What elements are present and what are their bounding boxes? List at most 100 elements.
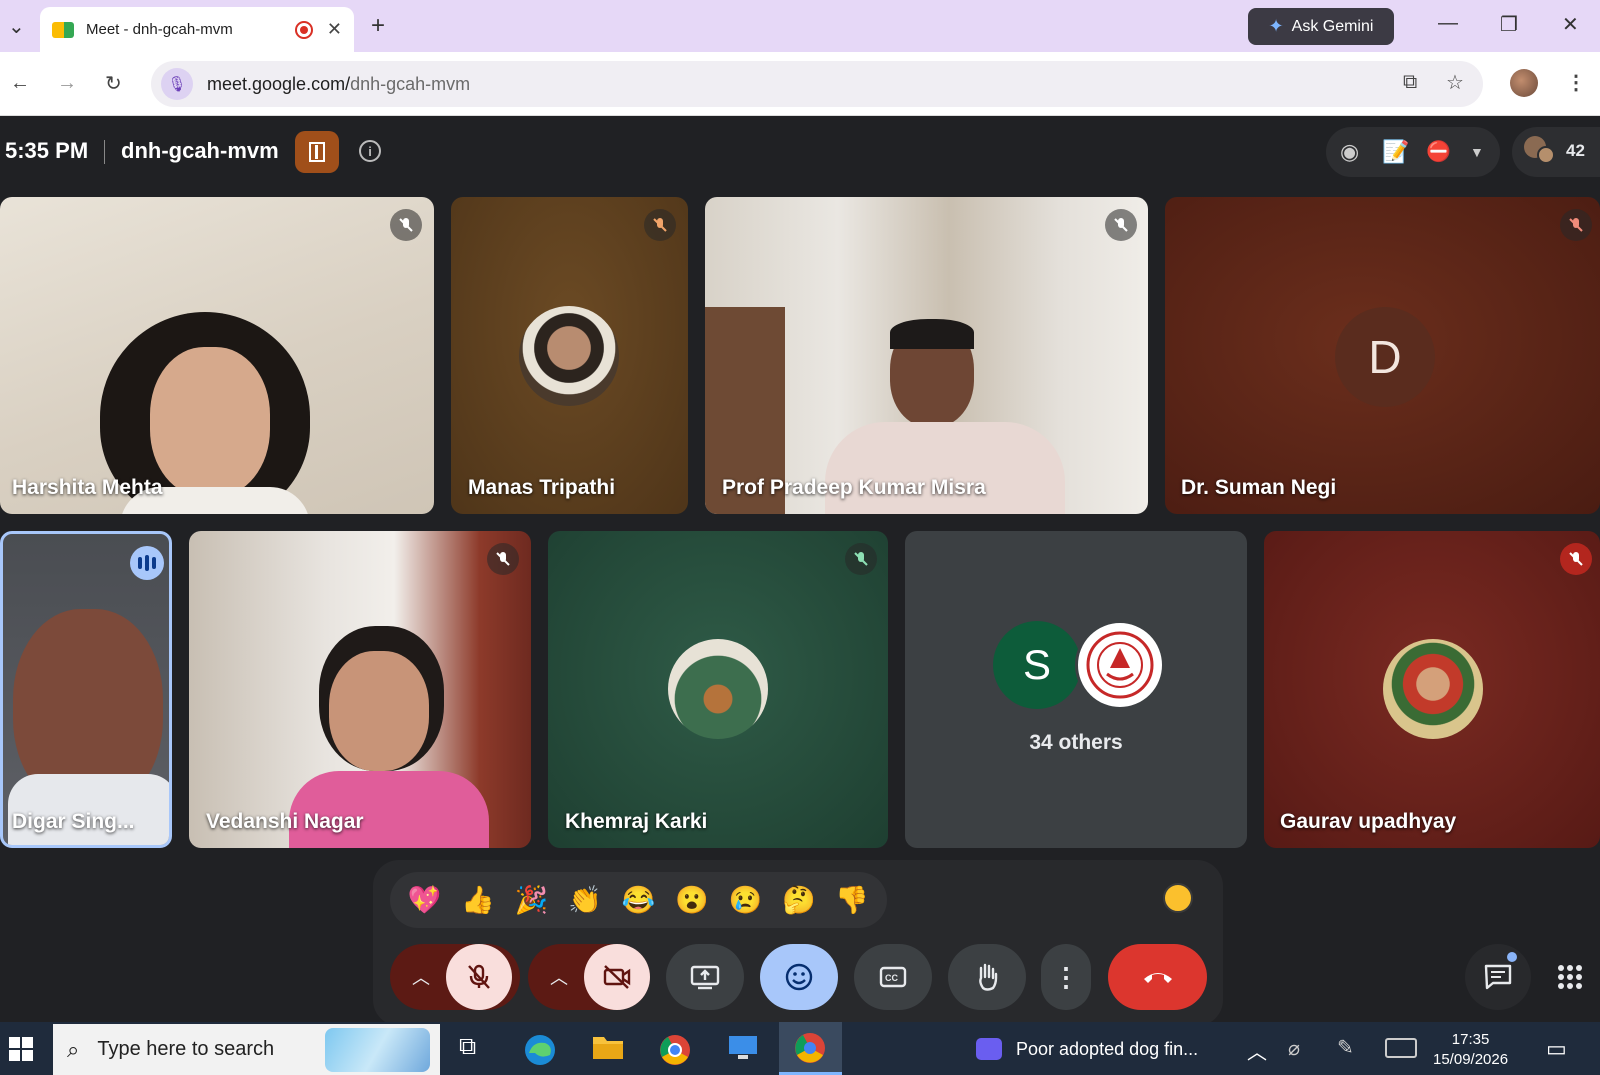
captions-icon: CC [879,966,907,988]
institute-logo-avatar [1075,620,1165,710]
media-play-icon[interactable] [976,1038,1002,1060]
recording-tools-pill[interactable]: ◉ 📝 ⛔ ▼ [1326,127,1500,177]
minimize-icon[interactable]: — [1438,12,1458,35]
file-explorer-icon[interactable] [592,1033,624,1068]
recording-indicator-icon [294,20,313,39]
chrome-icon[interactable] [658,1033,692,1074]
remote-desktop-icon[interactable] [726,1033,760,1070]
reaction-surprised[interactable]: 😮 [675,884,709,916]
network-icon[interactable]: ⌀ [1288,1036,1300,1061]
participant-tile-speaking[interactable]: Digar Sing... [0,531,172,848]
raise-hand-button[interactable] [948,944,1026,1010]
participant-tile[interactable]: D Dr. Suman Negi [1165,197,1600,514]
mic-toggle-button[interactable] [446,944,512,1010]
transcript-icon[interactable]: 📝 [1382,139,1409,165]
notifications-icon[interactable]: ▭ [1546,1036,1567,1062]
forward-icon[interactable]: → [57,72,77,95]
participant-avatar-icon [1537,146,1555,164]
svg-text:CC: CC [885,973,898,983]
captions-off-icon[interactable]: ⛔ [1426,139,1451,164]
chevron-up-icon[interactable]: ︿ [550,964,568,990]
reaction-party[interactable]: 🎉 [515,884,549,916]
restore-icon[interactable]: ❐ [1500,12,1518,37]
back-icon[interactable]: ← [10,72,30,95]
reload-icon[interactable]: ↻ [105,71,122,96]
address-bar[interactable]: 🎙 meet.google.com/dnh-gcah-mvm [151,61,1483,107]
recording-icon[interactable]: ◉ [1340,139,1359,165]
people-button[interactable]: 42 [1512,127,1600,177]
tab-title: Meet - dnh-gcah-mvm [86,21,233,38]
reaction-laugh[interactable]: 😂 [622,884,656,916]
pen-icon[interactable]: ✎ [1337,1035,1354,1060]
browser-toolbar: ← → ↻ 🎙 meet.google.com/dnh-gcah-mvm ⧉ ☆… [0,52,1600,116]
url-text: meet.google.com/dnh-gcah-mvm [207,73,471,94]
close-tab-icon[interactable]: ✕ [327,19,342,40]
skin-tone-button[interactable] [1163,883,1193,913]
profile-avatar[interactable] [1510,69,1538,97]
reaction-clap[interactable]: 👏 [568,884,602,916]
participant-tile[interactable]: Harshita Mehta [0,197,434,514]
more-options-button[interactable]: ⋮ [1041,944,1091,1010]
taskbar-chrome-active[interactable] [779,1022,842,1075]
microphone-in-use-icon[interactable]: 🎙 [161,68,193,100]
tab-search-chevron-icon[interactable]: ⌄ [8,14,25,39]
raise-hand-icon [979,963,998,991]
dropdown-arrow-icon[interactable]: ▼ [1470,144,1484,160]
taskbar-clock[interactable]: 17:35 15/09/2026 [1433,1030,1508,1070]
reaction-thinking[interactable]: 🤔 [782,884,816,916]
search-icon: ⌕ [67,1036,80,1062]
participant-tile[interactable]: Vedanshi Nagar [189,531,531,848]
participant-name: Dr. Suman Negi [1181,476,1337,499]
mic-off-icon [468,964,490,989]
camera-off-icon [603,965,631,989]
mic-off-icon [644,209,676,241]
ask-gemini-label: Ask Gemini [1291,17,1374,35]
chat-icon [1484,964,1512,990]
tab-meet[interactable]: Meet - dnh-gcah-mvm ✕ [40,7,354,52]
taskbar-search-box[interactable]: ⌕ Type here to search [53,1024,440,1075]
chevron-up-icon[interactable]: ︿ [412,964,430,990]
participant-tile[interactable]: Prof Pradeep Kumar Misra [705,197,1148,514]
reaction-thumbs-up[interactable]: 👍 [461,884,495,916]
close-window-icon[interactable]: ✕ [1562,12,1579,37]
media-title[interactable]: Poor adopted dog fin... [1016,1039,1198,1060]
participant-tile[interactable]: Gaurav upadhyay [1264,531,1600,848]
header-divider [104,140,105,164]
participant-tile[interactable]: Khemraj Karki [548,531,888,848]
reaction-thumbs-down[interactable]: 👎 [835,884,869,916]
edge-browser-icon[interactable] [523,1033,557,1074]
present-screen-icon [690,965,720,990]
meeting-time: 5:35 PM [5,138,89,163]
browser-menu-icon[interactable]: ⋮ [1566,70,1586,95]
chat-button[interactable] [1465,944,1531,1010]
tray-chevron-icon[interactable]: ︿ [1247,1036,1267,1065]
ask-gemini-button[interactable]: ✦ Ask Gemini [1248,8,1394,45]
browser-tab-bar: ⌄ Meet - dnh-gcah-mvm ✕ + ✦ Ask Gemini —… [0,0,1600,52]
participant-avatar [519,306,619,406]
keyboard-icon[interactable] [1385,1038,1417,1058]
participant-name: Vedanshi Nagar [206,810,364,833]
bookmark-star-icon[interactable]: ☆ [1446,70,1464,95]
new-tab-button[interactable]: + [371,12,385,40]
mic-off-icon [1560,209,1592,241]
translate-icon[interactable]: ⧉ [1403,71,1417,94]
captions-button[interactable]: CC [854,944,932,1010]
apps-grid-icon [1557,965,1582,989]
participant-tile[interactable]: Manas Tripathi [451,197,688,514]
gemini-sparkle-icon: ✦ [1268,16,1284,36]
task-view-icon[interactable]: ⧉ [459,1033,476,1061]
activities-button[interactable] [1539,944,1600,1010]
present-screen-button[interactable] [666,944,744,1010]
camera-toggle-button[interactable] [584,944,650,1010]
unread-dot-icon [1507,952,1517,962]
reaction-heart[interactable]: 💖 [408,884,442,916]
video-face [329,651,429,771]
meeting-info-icon[interactable]: i [359,140,381,162]
windows-start-icon[interactable] [9,1037,33,1066]
others-tile[interactable]: S 34 others [905,531,1247,848]
reaction-sad[interactable]: 😢 [729,884,763,916]
mic-off-icon [845,543,877,575]
host-controls-button[interactable] [295,131,339,173]
reactions-button[interactable] [760,944,838,1010]
leave-call-button[interactable] [1108,944,1207,1010]
